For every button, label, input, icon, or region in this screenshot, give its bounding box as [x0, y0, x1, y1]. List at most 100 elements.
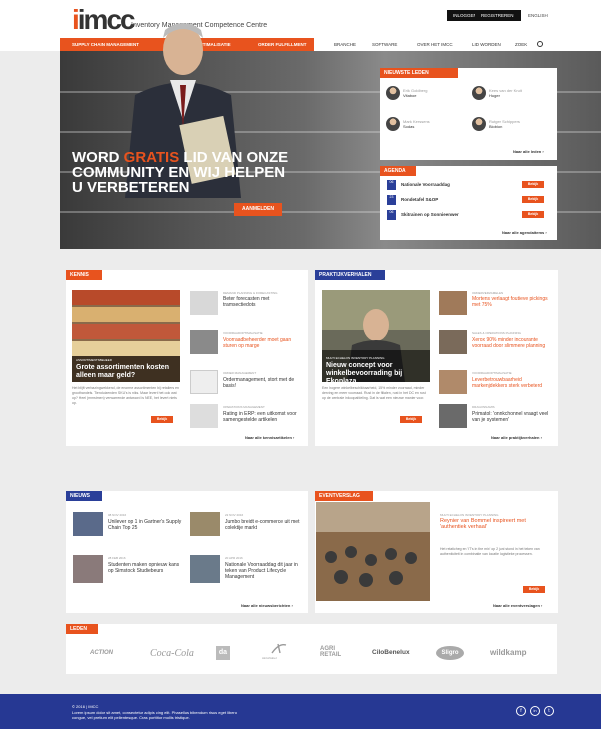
event-view-button[interactable]: Bekijk	[523, 586, 545, 593]
member-card[interactable]: Mark Kerssens Sodas	[403, 119, 430, 129]
avatar[interactable]	[472, 86, 486, 100]
article-title[interactable]: Ordermanagement, stort met de basis!	[223, 377, 303, 389]
member-logo[interactable]: Coca-Cola	[150, 648, 194, 659]
article-title[interactable]: Rating in ERP: een uitkomst voor samenge…	[223, 411, 303, 423]
nav-order-fulfillment[interactable]: ORDER FULFILLMENT	[258, 38, 307, 51]
nieuws-title: NIEUWS	[66, 491, 102, 501]
news-date: 08 NOV 2016	[108, 513, 127, 517]
news-title[interactable]: Jumbo breidt e-commerce uit met colektij…	[225, 519, 303, 531]
news-date: 28 FEB 2016	[108, 556, 126, 560]
news-title[interactable]: Studenten maken opnieuw kans op Simstock…	[108, 562, 184, 574]
article-title[interactable]: Xerox 90% minder incourante voorraad doo…	[472, 337, 554, 349]
member-card[interactable]: Rutger Schippers Biobion	[489, 119, 520, 129]
hero-headline: WORD GRATIS LID VAN ONZE COMMUNITY EN WI…	[72, 149, 289, 196]
member-logo[interactable]: AGRI RETAIL	[320, 646, 342, 658]
article-title[interactable]: Leverbetrouwbaarheid markenjdekkers ster…	[472, 377, 554, 389]
footer-text: © 2016 | IMCC Lorem ipsum dolor sit amet…	[72, 704, 237, 720]
all-members-link[interactable]: Naar alle leden ›	[513, 149, 544, 154]
featured-body: Een hogere winkelbeschikbaarheid, 15% mi…	[322, 386, 426, 400]
member-logo[interactable]: AkzoNobel	[262, 656, 277, 660]
facebook-icon[interactable]: f	[516, 706, 526, 716]
article-thumbnail[interactable]	[190, 370, 218, 394]
agenda-title: AGENDA	[380, 166, 416, 176]
news-thumbnail[interactable]	[190, 555, 220, 583]
article-category: VOORRAADOPTIMALISATIE	[223, 331, 263, 335]
featured-view-button[interactable]: Bekijk	[400, 416, 422, 423]
event-image[interactable]	[316, 502, 430, 601]
article-title[interactable]: Primatol: 'onnkchonnel vraagt veel van j…	[472, 411, 554, 423]
twitter-icon[interactable]: t	[544, 706, 554, 716]
news-date: 22 NOV 2016	[225, 513, 244, 517]
event-title: EVENTVERSLAG	[315, 491, 373, 501]
article-thumbnail[interactable]	[439, 404, 467, 428]
member-logo[interactable]: ACTION	[90, 650, 113, 656]
article-thumbnail[interactable]	[439, 330, 467, 354]
event-body: Het relaticheg en 'IT's in the mix' op 2…	[440, 547, 540, 556]
nav-zoek[interactable]: ZOEK	[515, 38, 527, 51]
member-logo[interactable]: Sligro	[436, 646, 464, 660]
language-selector[interactable]: ENGLISH	[528, 10, 548, 18]
newest-members-title: NIEUWSTE LEDEN	[380, 68, 458, 78]
event-headline[interactable]: Reynier van Bommel inspireert met 'authe…	[440, 518, 550, 530]
featured-body: Het blijft verbazingwekkend, de enorme a…	[72, 386, 179, 405]
agenda-item-title[interactable]: Nationale Voorraaddag	[401, 182, 450, 188]
news-thumbnail[interactable]	[73, 512, 103, 536]
register-button[interactable]: REGISTREREN	[475, 10, 521, 21]
article-thumbnail[interactable]	[439, 291, 467, 315]
featured-view-button[interactable]: Bekijk	[151, 416, 173, 423]
news-title[interactable]: Nationale Voorraaddag dit jaar in teken …	[225, 562, 303, 580]
nav-lid-worden[interactable]: LID WORDEN	[472, 38, 501, 51]
agenda-view-button[interactable]: Bekijk	[522, 196, 544, 203]
nav-software[interactable]: SOFTWARE	[372, 38, 397, 51]
article-category: DEMAND PLANNING & FORECASTING	[223, 291, 278, 295]
calendar-icon: 06	[387, 180, 396, 190]
article-title[interactable]: Mortens verlaagt foutieve pickings met 7…	[472, 296, 554, 308]
agenda-panel	[380, 166, 557, 240]
article-category: VOORRAADOPTIMALISATIE	[472, 371, 512, 375]
search-icon[interactable]	[537, 41, 543, 47]
all-praktijk-link[interactable]: Naar alle praktijkverhalen ›	[491, 435, 542, 440]
news-thumbnail[interactable]	[190, 512, 220, 536]
avatar[interactable]	[386, 86, 400, 100]
news-thumbnail[interactable]	[73, 555, 103, 583]
agenda-item-title[interactable]: Rondetafel S&OP	[401, 197, 438, 203]
featured-category: ASSORTIMENTSBEHEER	[76, 358, 112, 362]
event-category: MULTI ECHELON INVENTORY PLANNING	[440, 513, 499, 517]
member-logo[interactable]: wildkamp	[490, 648, 526, 657]
leden-panel	[66, 624, 557, 674]
article-category: OPERATIONS MANAGEMENT	[223, 405, 265, 409]
featured-title[interactable]: Grote assortimenten kosten alleen maar g…	[76, 364, 176, 380]
avatar[interactable]	[472, 117, 486, 131]
member-card[interactable]: Erik Goldberg Vitaboe	[403, 88, 427, 98]
calendar-icon: 23	[387, 195, 396, 205]
article-thumbnail[interactable]	[190, 291, 218, 315]
agenda-item-title[interactable]: Skitrainen op Sonnieenwer	[401, 212, 459, 218]
calendar-icon: 06	[387, 210, 396, 220]
member-logo[interactable]: CiloBenelux	[372, 649, 410, 656]
nav-branche[interactable]: BRANCHE	[334, 38, 356, 51]
all-agenda-link[interactable]: Naar alle agendaitems ›	[502, 230, 547, 235]
article-thumbnail[interactable]	[439, 370, 467, 394]
featured-title[interactable]: Nieuw concept voor winkelbevoorrading bi…	[326, 362, 426, 386]
article-thumbnail[interactable]	[190, 404, 218, 428]
all-news-link[interactable]: Naar alle nieuwsberichten ›	[241, 603, 293, 608]
agenda-view-button[interactable]: Bekijk	[522, 211, 544, 218]
avatar[interactable]	[386, 117, 400, 131]
member-logo[interactable]: da	[216, 646, 230, 660]
newest-members-panel	[380, 68, 557, 160]
news-title[interactable]: Unilever op 1 in Gartner's Supply Chain …	[108, 519, 184, 531]
linkedin-icon[interactable]: in	[530, 706, 540, 716]
leden-title: LEDEN	[66, 624, 98, 634]
nav-over-imcc[interactable]: OVER HET IMCC	[417, 38, 453, 51]
member-card[interactable]: Kees van der Kruit Huger	[489, 88, 522, 98]
article-title[interactable]: Voorraadbeheerder moet gaan sturen op ma…	[223, 337, 303, 349]
article-thumbnail[interactable]	[190, 330, 218, 354]
article-category: DRAGONNAMIS	[472, 405, 495, 409]
aanmelden-button[interactable]: AANMELDEN	[234, 203, 282, 216]
article-category: SALES & OPERATIONS PLANNING	[472, 331, 521, 335]
all-kennis-link[interactable]: Naar alle kennisartikelen ›	[245, 435, 294, 440]
all-events-link[interactable]: Naar alle eventverslagen ›	[493, 603, 542, 608]
agenda-view-button[interactable]: Bekijk	[522, 181, 544, 188]
article-title[interactable]: Beter forecasten met tramsectiedots	[223, 296, 303, 308]
article-category: ORDER MANAGEMENT	[223, 371, 257, 375]
